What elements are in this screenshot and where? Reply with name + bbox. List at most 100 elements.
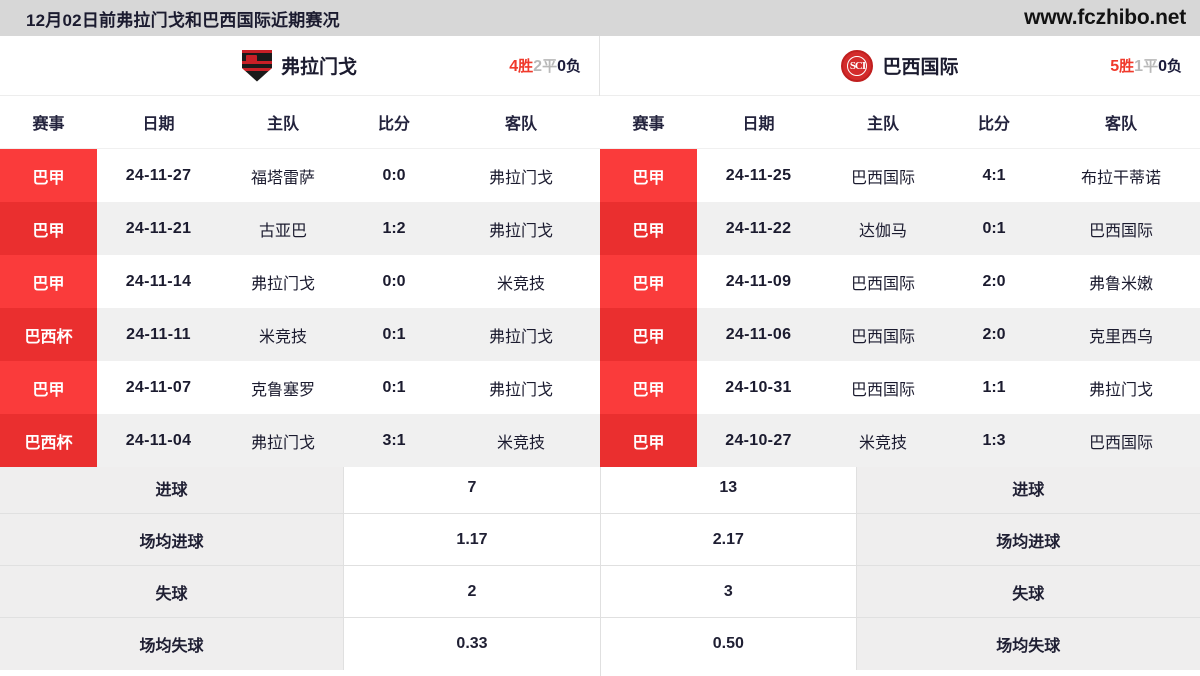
left-losses: 0 (557, 58, 566, 75)
stat-row: 0.50 场均失球 (601, 618, 1200, 670)
table-row[interactable]: 巴甲 24-11-06 巴西国际 2:0 克里西乌 (600, 308, 1200, 361)
stats-comparison: 进球 7 场均进球 1.17 失球 2 场均失球 0.33 13 进球 2.17… (0, 461, 1200, 676)
stats-left: 进球 7 场均进球 1.17 失球 2 场均失球 0.33 (0, 462, 600, 676)
row-away-team: 弗拉门戈 (442, 148, 600, 202)
left-losses-unit: 负 (565, 58, 581, 75)
header-score: 比分 (946, 96, 1042, 149)
row-league-badge: 巴甲 (600, 414, 697, 467)
left-team-header: 弗拉门戈 4胜2平0负 (0, 36, 599, 96)
left-draws: 2 (533, 58, 543, 75)
recent-form-page: 12月02日前弗拉门戈和巴西国际近期赛况 www.fczhibo.net 弗拉门… (0, 0, 1200, 676)
left-wins-unit: 胜 (518, 58, 534, 75)
row-away-team: 弗拉门戈 (442, 361, 600, 414)
table-row[interactable]: 巴甲 24-10-27 米竞技 1:3 巴西国际 (600, 414, 1200, 467)
left-wins: 4 (509, 58, 519, 75)
row-home-team: 克鲁塞罗 (220, 361, 346, 414)
stats-right: 13 进球 2.17 场均进球 3 失球 0.50 场均失球 (600, 462, 1200, 676)
right-team-record: 5胜1平0负 (1110, 55, 1182, 76)
row-home-team: 古亚巴 (220, 202, 346, 255)
stat-label: 失球 (0, 566, 344, 617)
header-date: 日期 (697, 96, 820, 149)
row-league-badge: 巴甲 (0, 148, 97, 202)
right-table-header-row: 赛事 日期 主队 比分 客队 (600, 96, 1200, 149)
stat-row: 场均失球 0.33 (0, 618, 600, 670)
table-row[interactable]: 巴甲 24-11-14 弗拉门戈 0:0 米竞技 (0, 255, 600, 308)
row-home-team: 巴西国际 (820, 148, 946, 202)
row-score: 2:0 (946, 308, 1042, 361)
row-date: 24-11-07 (97, 361, 220, 414)
team-panels: 弗拉门戈 4胜2平0负 赛事 日期 主队 比分 客队 巴甲 24-11-27 福… (0, 36, 1200, 467)
row-league-badge: 巴甲 (600, 148, 697, 202)
row-home-team: 达伽马 (820, 202, 946, 255)
stat-value: 3 (601, 566, 857, 617)
table-row[interactable]: 巴西杯 24-11-11 米竞技 0:1 弗拉门戈 (0, 308, 600, 361)
crest-monogram: SCI (849, 59, 866, 72)
stat-value: 1.17 (344, 514, 600, 565)
header-date: 日期 (97, 96, 220, 149)
table-row[interactable]: 巴西杯 24-11-04 弗拉门戈 3:1 米竞技 (0, 414, 600, 467)
left-draws-unit: 平 (542, 58, 558, 75)
row-score: 4:1 (946, 148, 1042, 202)
row-league-badge: 巴甲 (600, 255, 697, 308)
stat-value: 0.33 (344, 618, 600, 670)
row-away-team: 克里西乌 (1042, 308, 1200, 361)
row-home-team: 巴西国际 (820, 308, 946, 361)
row-home-team: 巴西国际 (820, 255, 946, 308)
row-home-team: 巴西国际 (820, 361, 946, 414)
right-team-name: 巴西国际 (882, 57, 959, 78)
right-match-rows: 巴甲 24-11-25 巴西国际 4:1 布拉干蒂诺 巴甲 24-11-22 达伽马 0:1 巴… (600, 148, 1200, 467)
stat-row: 失球 2 (0, 566, 600, 618)
row-away-team: 米竞技 (442, 414, 600, 467)
stat-row: 13 进球 (601, 462, 1200, 514)
stat-value: 0.50 (601, 618, 857, 670)
row-home-team: 弗拉门戈 (220, 255, 346, 308)
stat-value: 7 (344, 462, 600, 513)
header-score: 比分 (346, 96, 442, 149)
row-away-team: 弗鲁米嫩 (1042, 255, 1200, 308)
stat-value: 13 (601, 462, 857, 513)
header-league: 赛事 (600, 96, 697, 149)
stat-label: 场均进球 (856, 514, 1200, 565)
row-away-team: 米竞技 (442, 255, 600, 308)
row-date: 24-10-31 (697, 361, 820, 414)
table-row[interactable]: 巴甲 24-11-21 古亚巴 1:2 弗拉门戈 (0, 202, 600, 255)
row-league-badge: 巴甲 (0, 202, 97, 255)
right-draws: 1 (1134, 58, 1144, 75)
row-home-team: 福塔雷萨 (220, 148, 346, 202)
row-away-team: 布拉干蒂诺 (1042, 148, 1200, 202)
table-row[interactable]: 巴甲 24-11-09 巴西国际 2:0 弗鲁米嫩 (600, 255, 1200, 308)
row-league-badge: 巴甲 (600, 361, 697, 414)
right-match-table: 赛事 日期 主队 比分 客队 巴甲 24-11-25 巴西国际 4:1 布拉干蒂诺 巴甲… (600, 96, 1200, 467)
page-title: 12月02日前弗拉门戈和巴西国际近期赛况 (26, 10, 340, 30)
table-row[interactable]: 巴甲 24-11-07 克鲁塞罗 0:1 弗拉门戈 (0, 361, 600, 414)
row-home-team: 米竞技 (820, 414, 946, 467)
internacional-crest-icon: SCI (841, 49, 874, 82)
table-row[interactable]: 巴甲 24-11-25 巴西国际 4:1 布拉干蒂诺 (600, 148, 1200, 202)
table-row[interactable]: 巴甲 24-11-27 福塔雷萨 0:0 弗拉门戈 (0, 148, 600, 202)
row-league-badge: 巴西杯 (0, 308, 97, 361)
left-table-header-row: 赛事 日期 主队 比分 客队 (0, 96, 600, 149)
right-team-header: SCI 巴西国际 5胜1平0负 (600, 36, 1200, 96)
stat-row: 场均进球 1.17 (0, 514, 600, 566)
flamengo-crest-icon (241, 49, 272, 82)
right-wins: 5 (1110, 58, 1120, 75)
left-team-name: 弗拉门戈 (280, 57, 357, 78)
row-away-team: 弗拉门戈 (442, 202, 600, 255)
stat-label: 进球 (0, 462, 344, 513)
table-row[interactable]: 巴甲 24-10-31 巴西国际 1:1 弗拉门戈 (600, 361, 1200, 414)
row-league-badge: 巴甲 (600, 202, 697, 255)
stat-label: 失球 (856, 566, 1200, 617)
row-score: 1:1 (946, 361, 1042, 414)
panel-left-team: 弗拉门戈 4胜2平0负 赛事 日期 主队 比分 客队 巴甲 24-11-27 福… (0, 36, 600, 467)
stat-value: 2 (344, 566, 600, 617)
panel-right-team: SCI 巴西国际 5胜1平0负 赛事 日期 主队 比分 客队 巴甲 24-11-… (600, 36, 1200, 467)
row-date: 24-11-27 (97, 148, 220, 202)
row-league-badge: 巴甲 (0, 255, 97, 308)
table-row[interactable]: 巴甲 24-11-22 达伽马 0:1 巴西国际 (600, 202, 1200, 255)
row-date: 24-11-06 (697, 308, 820, 361)
header-home: 主队 (820, 96, 946, 149)
row-score: 0:0 (346, 255, 442, 308)
row-away-team: 巴西国际 (1042, 414, 1200, 467)
stat-label: 进球 (856, 462, 1200, 513)
row-score: 0:1 (346, 308, 442, 361)
